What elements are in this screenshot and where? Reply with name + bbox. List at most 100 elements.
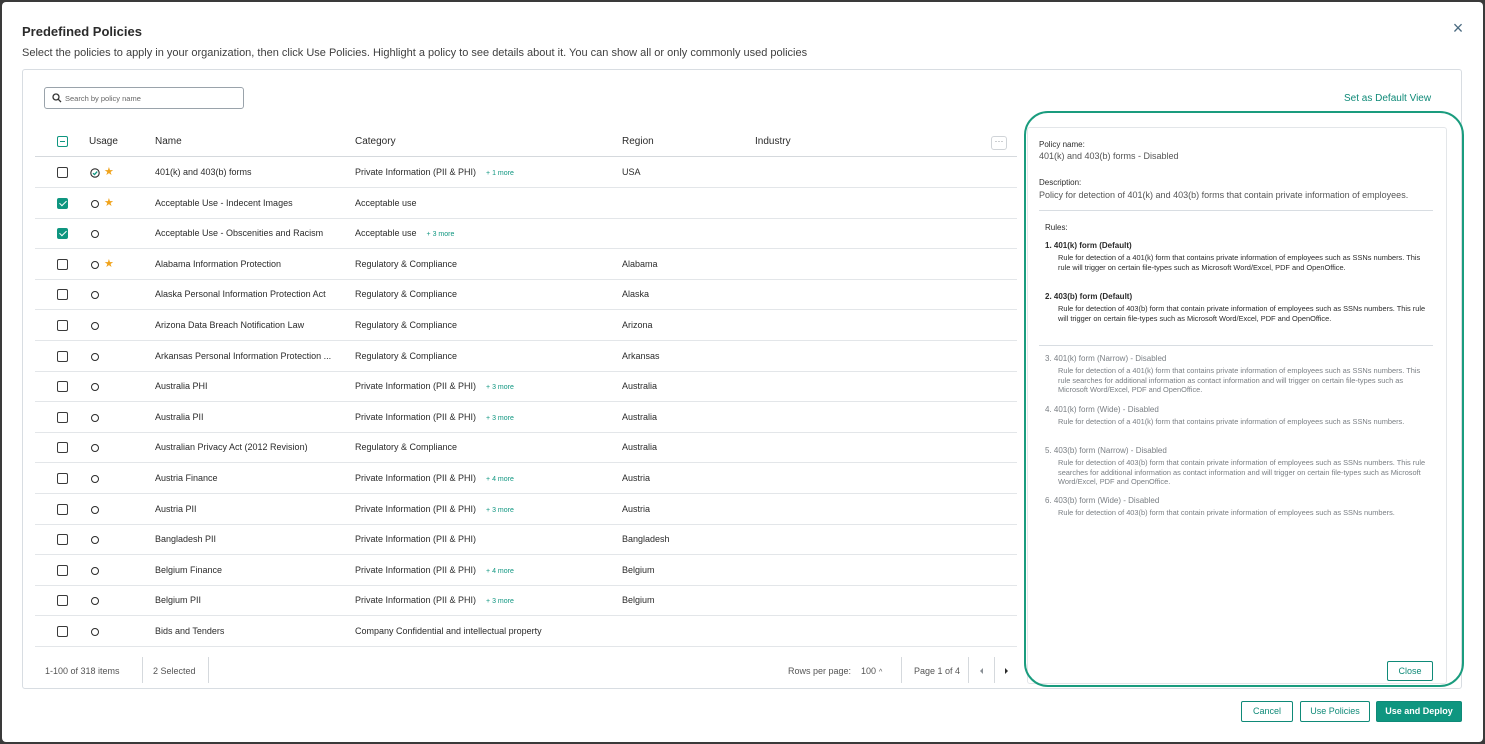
more-categories-link[interactable]: + 1 more [486, 170, 514, 177]
header-name[interactable]: Name [155, 127, 182, 156]
table-row[interactable]: Belgium Finance Private Information (PII … [35, 555, 1017, 586]
close-icon[interactable]: × [1450, 19, 1466, 37]
row-checkbox[interactable] [57, 289, 68, 301]
row-category: Regulatory & Compliance [355, 310, 457, 341]
table-row[interactable]: Arizona Data Breach Notification Law Regu… [35, 310, 1017, 341]
row-category-text: Private Information (PII & PHI) [355, 534, 477, 545]
row-checkbox[interactable] [57, 258, 68, 270]
rule-description: Rule for detection of 403(b) form that c… [1058, 304, 1426, 323]
row-category: Regulatory & Compliance [355, 249, 457, 280]
row-category: Regulatory & Compliance [355, 432, 457, 463]
rule-description: Rule for detection of a 401(k) form that… [1058, 253, 1421, 272]
row-category-text: Company Confidential and intellectual pr… [355, 626, 542, 636]
row-checkbox[interactable] [57, 320, 68, 331]
search-box[interactable] [44, 87, 244, 109]
more-categories-link[interactable]: + 3 more [486, 384, 514, 391]
more-categories-link[interactable]: + 3 more [486, 507, 514, 514]
row-checkbox[interactable] [57, 197, 68, 209]
row-name: Acceptable Use - Indecent Images [155, 197, 293, 208]
row-category-text: Regulatory & Compliance [355, 442, 458, 453]
row-checkbox[interactable] [57, 167, 68, 178]
row-checkbox[interactable] [57, 228, 68, 240]
search-input[interactable] [65, 90, 237, 106]
select-all-checkbox[interactable] [57, 136, 68, 147]
usage-circle-icon [91, 628, 99, 636]
table-row[interactable]: Bangladesh PII Private Information (PII &… [35, 524, 1017, 556]
page-indicator: Page 1 of 4 [914, 666, 961, 676]
row-checkbox[interactable] [57, 626, 68, 637]
cancel-button[interactable]: Cancel [1241, 701, 1293, 722]
footer-divider [901, 657, 902, 683]
usage-circle-icon [91, 291, 99, 300]
header-region[interactable]: Region [622, 127, 654, 156]
next-page-icon[interactable] [1005, 668, 1008, 674]
rule-title-text: 6. 403(b) form (Wide) [1045, 496, 1122, 505]
rule-description: Rule for detection of a 401(k) form that… [1058, 417, 1405, 426]
row-checkbox[interactable] [57, 595, 68, 607]
rule-status: - Disabled [1121, 496, 1160, 505]
header-usage[interactable]: Usage [89, 127, 118, 156]
row-checkbox[interactable] [57, 473, 68, 484]
predefined-policies-dialog: Predefined Policies Select the policies … [2, 2, 1483, 742]
row-category: Regulatory & Compliance [355, 279, 457, 310]
more-categories-link[interactable]: + 3 more [427, 231, 455, 238]
row-category: Private Information (PII & PHI) + 3 more [355, 585, 514, 616]
header-select-all-cell [35, 127, 95, 156]
table-row[interactable]: Arkansas Personal Information Protection… [35, 341, 1017, 372]
more-horizontal-icon[interactable]: ··· [991, 136, 1007, 150]
description-value: Policy for detection of 401(k) and 403(b… [1039, 190, 1409, 200]
table-row[interactable]: Acceptable Use - Obscenities and Racism A… [35, 218, 1017, 250]
table-row[interactable]: Austria PII Private Information (PII & PH… [35, 494, 1017, 525]
rows-per-page-select[interactable]: 100 ^ [861, 657, 882, 685]
table-row[interactable]: Austria Finance Private Information (PII … [35, 463, 1017, 494]
row-category-text: Private Information (PII & PHI) [355, 564, 477, 575]
table-row[interactable]: Australian Privacy Act (2012 Revision) Re… [35, 432, 1017, 464]
row-checkbox[interactable] [57, 564, 68, 576]
rule-status: - Disabled [1128, 354, 1167, 363]
table-row[interactable]: ★ Acceptable Use - Indecent Images Accepta… [35, 188, 1017, 219]
footer-divider [994, 657, 995, 683]
row-checkbox[interactable] [57, 534, 68, 546]
rule-title: 4. 401(k) form (Wide) - Disabled [1045, 405, 1159, 414]
row-checkbox[interactable] [57, 411, 68, 423]
item-range: 1-100 of 318 items [45, 666, 120, 676]
policies-panel: Set as Default View Usage Name Category … [22, 69, 1462, 689]
set-default-view-link[interactable]: Set as Default View [1344, 93, 1431, 104]
usage-circle-icon [91, 230, 99, 239]
row-category: Acceptable use + 3 more [355, 218, 454, 249]
policy-name-label: Policy name: [1039, 140, 1085, 149]
row-category: Company Confidential and intellectual pr… [355, 616, 542, 647]
table-row[interactable]: Bids and Tenders Company Confidential and… [35, 616, 1017, 647]
previous-page-icon[interactable] [980, 668, 983, 674]
table-row[interactable]: Alaska Personal Information Protection A… [35, 279, 1017, 311]
more-categories-link[interactable]: + 3 more [486, 598, 514, 605]
rule-title-text: 1. 401(k) form (Default) [1045, 241, 1132, 250]
table-row[interactable]: ★ 401(k) and 403(b) forms Private Informat… [35, 157, 1017, 188]
header-category[interactable]: Category [355, 127, 396, 156]
more-categories-link[interactable]: + 4 more [486, 568, 514, 575]
row-region: Australia [622, 381, 658, 392]
table-row[interactable]: ★ Alabama Information Protection Regulator… [35, 249, 1017, 280]
table-row[interactable]: Australia PII Private Information (PII & … [35, 402, 1017, 433]
rule-title: 5. 403(b) form (Narrow) - Disabled [1045, 446, 1167, 455]
rule-title: 3. 401(k) form (Narrow) - Disabled [1045, 354, 1166, 363]
usage-check-icon [90, 168, 100, 178]
table-row[interactable]: Australia PHI Private Information (PII & … [35, 371, 1017, 403]
row-checkbox[interactable] [57, 503, 68, 515]
star-icon: ★ [104, 257, 114, 270]
row-checkbox[interactable] [57, 350, 68, 362]
row-checkbox[interactable] [57, 381, 68, 393]
use-and-deploy-button[interactable]: Use and Deploy [1376, 701, 1462, 722]
row-name: Arizona Data Breach Notification Law [155, 320, 305, 330]
row-region: Bangladesh [622, 534, 670, 545]
header-industry[interactable]: Industry [755, 127, 791, 156]
rule-title: 6. 403(b) form (Wide) - Disabled [1045, 496, 1159, 505]
close-details-button[interactable]: Close [1387, 661, 1433, 681]
use-policies-button[interactable]: Use Policies [1300, 701, 1370, 722]
table-row[interactable]: Belgium PII Private Information (PII & PH… [35, 585, 1017, 617]
more-categories-link[interactable]: + 4 more [486, 476, 514, 483]
row-checkbox[interactable] [57, 442, 68, 454]
policy-name-value: 401(k) and 403(b) forms - Disabled [1039, 151, 1179, 161]
row-category-text: Regulatory & Compliance [355, 258, 458, 269]
more-categories-link[interactable]: + 3 more [486, 415, 514, 422]
